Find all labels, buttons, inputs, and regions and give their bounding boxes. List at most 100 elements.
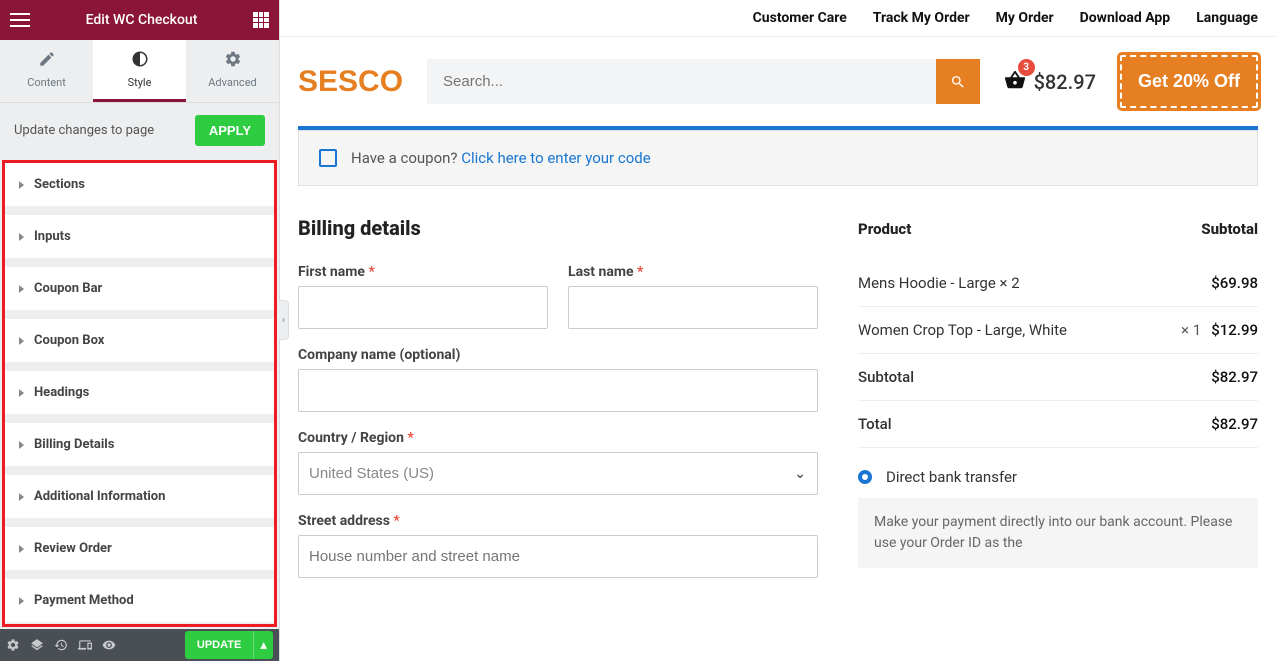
apply-button[interactable]: APPLY	[195, 115, 265, 146]
acc-label: Additional Information	[34, 489, 165, 504]
caret-right-icon	[19, 441, 24, 449]
apply-row: Update changes to page APPLY	[0, 103, 279, 158]
sidebar-title: Edit WC Checkout	[86, 12, 198, 28]
acc-label: Payment Method	[34, 593, 134, 608]
cart-widget[interactable]: 3 $82.97	[1004, 69, 1096, 95]
topbar-link-track-order[interactable]: Track My Order	[873, 10, 970, 26]
country-select[interactable]: United States (US)	[298, 452, 818, 495]
summary-item: Women Crop Top - Large, White × 1 $12.99	[858, 307, 1258, 354]
style-accordion: Sections Inputs Coupon Bar Coupon Box He…	[2, 160, 277, 627]
item-price: $12.99	[1211, 321, 1258, 339]
pencil-icon	[4, 50, 89, 72]
editor-sidebar: Edit WC Checkout Content Style Advanced …	[0, 0, 280, 661]
tab-style[interactable]: Style	[93, 40, 186, 102]
billing-title: Billing details	[298, 216, 818, 240]
sidebar-tabs: Content Style Advanced	[0, 40, 279, 103]
sidebar-footer: UPDATE ▴	[0, 629, 279, 661]
subtotal-label: Subtotal	[858, 368, 914, 386]
promo-button[interactable]: Get 20% Off	[1120, 55, 1258, 108]
coupon-text: Have a coupon? Click here to enter your …	[351, 149, 651, 167]
caret-right-icon	[19, 389, 24, 397]
radio-checked-icon	[858, 470, 872, 484]
item-name: Women Crop Top - Large, White	[858, 321, 1171, 339]
company-label: Company name (optional)	[298, 347, 818, 363]
topbar-link-customer-care[interactable]: Customer Care	[753, 10, 847, 26]
search-button[interactable]	[936, 59, 980, 104]
sidebar-header: Edit WC Checkout	[0, 0, 279, 40]
search-input[interactable]	[427, 59, 936, 104]
last-name-label: Last name *	[568, 264, 818, 280]
tab-content[interactable]: Content	[0, 40, 93, 102]
acc-inputs[interactable]: Inputs	[5, 215, 274, 258]
acc-coupon-box[interactable]: Coupon Box	[5, 319, 274, 362]
subtotal-value: $82.97	[1211, 368, 1258, 386]
caret-right-icon	[19, 181, 24, 189]
company-input[interactable]	[298, 369, 818, 412]
acc-label: Inputs	[34, 229, 71, 244]
site-topbar: Customer Care Track My Order My Order Do…	[280, 0, 1276, 37]
search-icon	[950, 74, 966, 90]
order-summary: Product Subtotal Mens Hoodie - Large × 2…	[858, 216, 1258, 596]
billing-section: Billing details First name * Last name *	[298, 216, 818, 596]
acc-review-order[interactable]: Review Order	[5, 527, 274, 570]
collapse-handle-icon[interactable]: ‹	[279, 300, 289, 340]
street-input[interactable]	[298, 535, 818, 578]
caret-right-icon	[19, 337, 24, 345]
acc-label: Review Order	[34, 541, 112, 556]
item-qty: × 1	[1171, 321, 1211, 339]
caret-right-icon	[19, 233, 24, 241]
acc-billing-details[interactable]: Billing Details	[5, 423, 274, 466]
hamburger-icon[interactable]	[10, 13, 30, 27]
payment-label: Direct bank transfer	[886, 468, 1017, 486]
topbar-link-download-app[interactable]: Download App	[1080, 10, 1171, 26]
summary-header-subtotal: Subtotal	[1201, 220, 1258, 238]
acc-sections[interactable]: Sections	[5, 163, 274, 206]
gear-icon[interactable]	[6, 638, 20, 652]
summary-subtotal: Subtotal $82.97	[858, 354, 1258, 401]
last-name-input[interactable]	[568, 286, 818, 329]
payment-option[interactable]: Direct bank transfer	[858, 468, 1258, 486]
summary-total: Total $82.97	[858, 401, 1258, 448]
cart-count-badge: 3	[1018, 59, 1035, 76]
tab-label: Style	[128, 76, 152, 89]
country-label: Country / Region *	[298, 430, 818, 446]
street-label: Street address *	[298, 513, 818, 529]
first-name-label: First name *	[298, 264, 548, 280]
acc-payment-method[interactable]: Payment Method	[5, 579, 274, 622]
coupon-bar: Have a coupon? Click here to enter your …	[298, 130, 1258, 186]
site-header: SESCO 3 $82.97 Get 20% Off	[280, 37, 1276, 126]
acc-label: Sections	[34, 177, 85, 192]
acc-additional-info[interactable]: Additional Information	[5, 475, 274, 518]
apply-text: Update changes to page	[14, 123, 154, 138]
payment-description: Make your payment directly into our bank…	[858, 498, 1258, 568]
acc-headings[interactable]: Headings	[5, 371, 274, 414]
acc-label: Coupon Box	[34, 333, 104, 348]
topbar-link-my-order[interactable]: My Order	[996, 10, 1054, 26]
search-form	[427, 59, 980, 104]
layers-icon[interactable]	[30, 638, 44, 652]
acc-label: Headings	[34, 385, 89, 400]
history-icon[interactable]	[54, 638, 68, 652]
update-dropdown-button[interactable]: ▴	[253, 631, 273, 659]
coupon-icon	[319, 149, 337, 167]
tab-advanced[interactable]: Advanced	[186, 40, 279, 102]
caret-right-icon	[19, 545, 24, 553]
update-button[interactable]: UPDATE	[185, 631, 253, 659]
tab-label: Content	[27, 76, 66, 89]
apps-grid-icon[interactable]	[253, 12, 269, 28]
summary-header-product: Product	[858, 220, 911, 238]
acc-label: Coupon Bar	[34, 281, 102, 296]
item-price: $69.98	[1211, 274, 1258, 292]
coupon-link[interactable]: Click here to enter your code	[461, 149, 650, 167]
topbar-link-language[interactable]: Language	[1196, 10, 1258, 26]
total-value: $82.97	[1211, 415, 1258, 433]
acc-label: Billing Details	[34, 437, 114, 452]
caret-right-icon	[19, 493, 24, 501]
responsive-icon[interactable]	[78, 638, 92, 652]
site-logo[interactable]: SESCO	[298, 65, 403, 99]
acc-coupon-bar[interactable]: Coupon Bar	[5, 267, 274, 310]
caret-right-icon	[19, 285, 24, 293]
first-name-input[interactable]	[298, 286, 548, 329]
eye-icon[interactable]	[102, 638, 116, 652]
total-label: Total	[858, 415, 892, 433]
